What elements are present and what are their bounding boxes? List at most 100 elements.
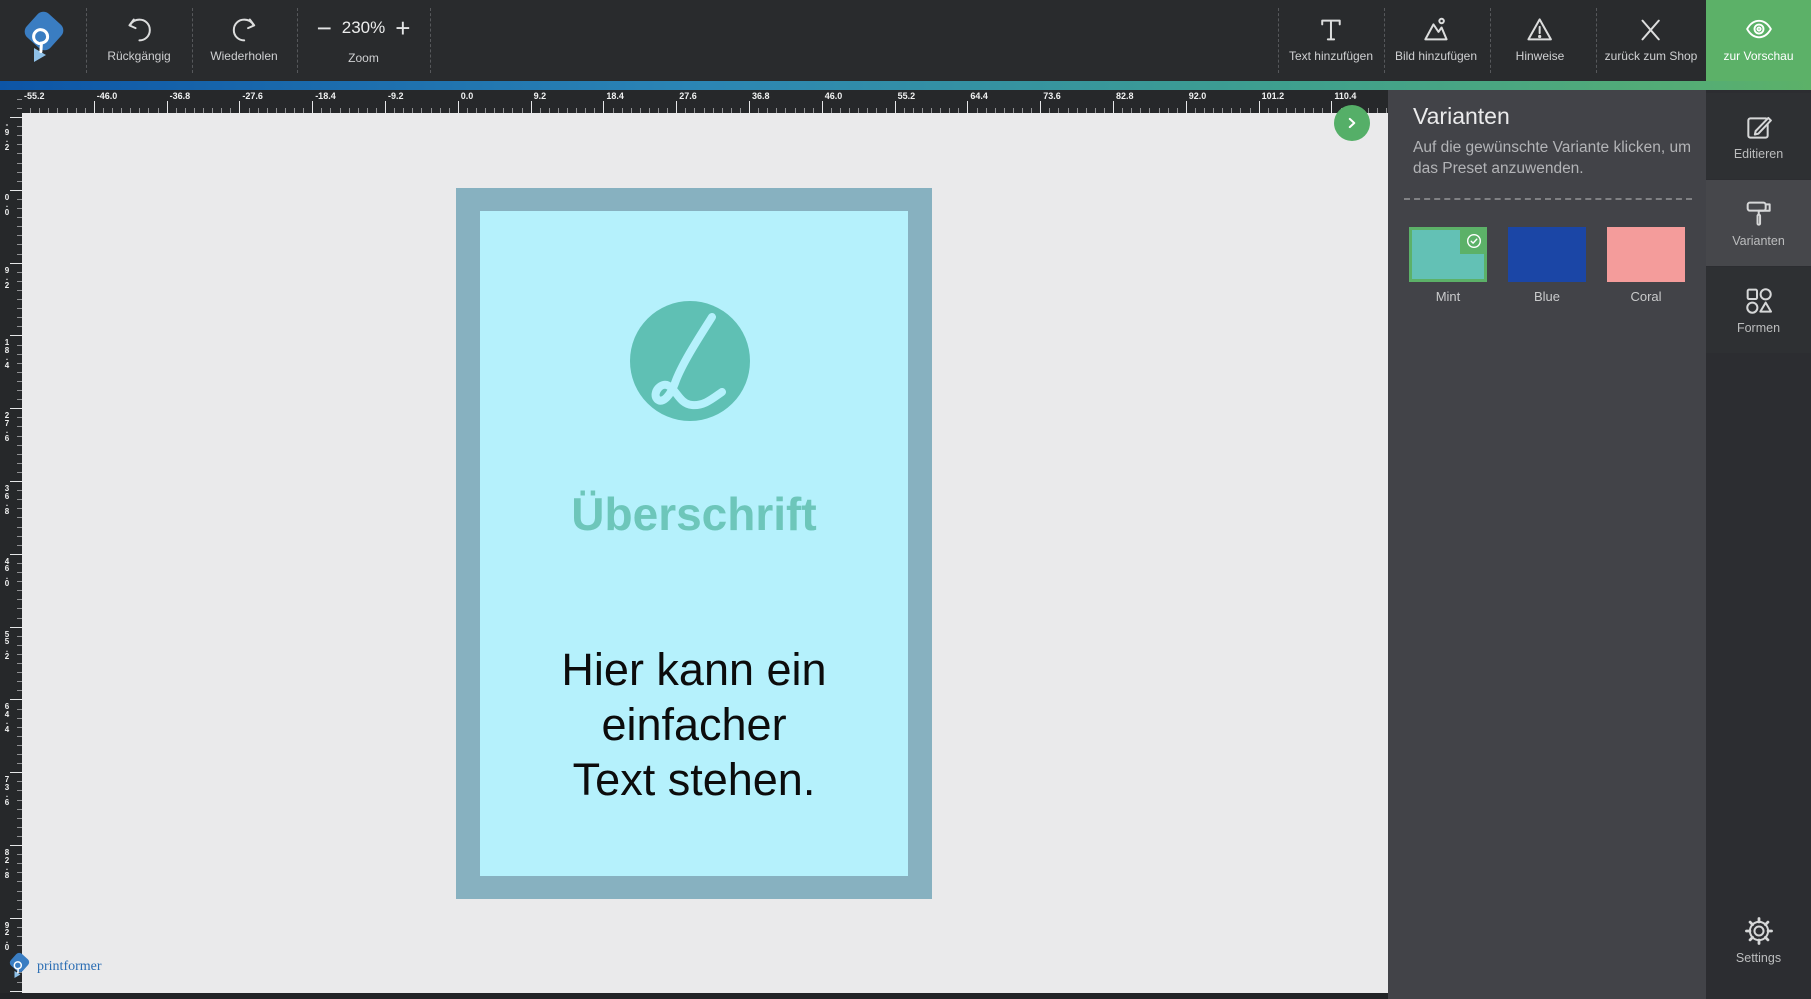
selected-check-badge [1460, 227, 1487, 254]
text-icon [1316, 13, 1346, 47]
settings-button[interactable]: Settings [1706, 915, 1811, 985]
ruler-tick [457, 101, 459, 113]
zoom-in-button[interactable]: + [395, 15, 410, 41]
ruler-tick [603, 101, 605, 113]
hints-button[interactable]: Hinweise [1516, 0, 1564, 81]
toolbar-separator [86, 8, 87, 73]
ruler-tick [166, 101, 168, 113]
variant-swatch-coral[interactable] [1607, 227, 1685, 282]
printformer-brand-icon [9, 952, 30, 978]
settings-label: Settings [1735, 951, 1782, 965]
shapes-icon [1743, 283, 1775, 319]
variant-swatch-mint[interactable] [1409, 227, 1487, 282]
top-toolbar: Rückgängig Wiederholen − 230% + Zoom Tex… [0, 0, 1811, 81]
printformer-logo[interactable] [12, 6, 74, 74]
ruler-label: 18.4 [606, 91, 624, 101]
printformer-brand[interactable]: printformer [6, 952, 102, 982]
panel-collapse-button[interactable] [1334, 105, 1370, 141]
zoom-value: 230% [341, 18, 386, 37]
ruler-label: 73.6 [4, 775, 10, 807]
panel-title: Varianten [1413, 103, 1510, 129]
ruler-tick [10, 553, 22, 555]
ruler-tick [10, 408, 22, 410]
ruler-tick [10, 917, 22, 919]
ruler-label: -27.6 [242, 91, 263, 101]
ruler-label: 73.6 [1043, 91, 1061, 101]
poster-inner-area[interactable]: Überschrift Hier kann ein einfacher Text… [480, 211, 908, 876]
ruler-tick [10, 117, 22, 118]
poster-artboard[interactable]: Überschrift Hier kann ein einfacher Text… [456, 188, 932, 899]
ruler-label: -9.2 [388, 91, 404, 101]
toolbar-separator [1384, 8, 1385, 73]
ruler-label: 18.4 [4, 338, 10, 370]
ruler-label: 36.8 [752, 91, 770, 101]
ruler-label: 27.6 [679, 91, 697, 101]
ruler-tick [312, 101, 314, 113]
ruler-label: -18.4 [315, 91, 336, 101]
body-line: Hier kann ein [561, 644, 827, 695]
poster-body-text[interactable]: Hier kann ein einfacher Text stehen. [456, 642, 932, 807]
add-image-button[interactable]: Bild hinzufügen [1395, 0, 1477, 81]
printformer-logo-icon [24, 11, 64, 62]
poster-heading[interactable]: Überschrift [456, 490, 932, 538]
ruler-label: 92.0 [4, 920, 10, 953]
zoom-out-button[interactable]: − [317, 15, 332, 41]
toolbar-separator [1490, 8, 1491, 73]
ruler-label: -9.2 [4, 120, 10, 152]
ruler-tick [1331, 101, 1333, 113]
ruler-label: 0.0 [4, 192, 10, 217]
ruler-tick [10, 481, 22, 482]
ruler-label: 55.2 [4, 629, 10, 662]
ruler-label: 64.4 [4, 702, 10, 734]
toolbar-separator [430, 8, 431, 73]
edit-icon [1743, 109, 1775, 145]
ruler-tick [10, 845, 22, 846]
gradient-bar [0, 81, 1811, 90]
paint-roller-icon [1743, 196, 1775, 232]
ruler-tick [10, 990, 22, 992]
ruler-tick [10, 699, 22, 701]
undo-icon [124, 13, 154, 47]
sidebar-item-label: Varianten [1732, 234, 1785, 248]
ruler-tick [17, 107, 22, 109]
ruler-tick [1113, 101, 1114, 113]
variants-panel: Varianten Auf die gewünschte Variante kl… [1388, 90, 1706, 999]
variant-swatch-blue[interactable] [1508, 227, 1586, 282]
add-text-button[interactable]: Text hinzufügen [1289, 0, 1373, 81]
back-to-shop-label: zurück zum Shop [1604, 49, 1698, 63]
ruler-label: 27.6 [4, 411, 10, 443]
ruler-tick [530, 101, 532, 113]
ruler-label: 0.0 [460, 91, 474, 101]
preview-button[interactable]: zur Vorschau [1706, 0, 1811, 90]
ruler-tick [239, 101, 241, 113]
sidebar-item-varianten[interactable]: Varianten [1706, 180, 1811, 266]
ruler-label: 82.8 [4, 848, 10, 880]
ruler-tick [10, 335, 22, 337]
printformer-brand-text: printformer [37, 959, 102, 974]
toolbar-separator [192, 8, 193, 73]
redo-label: Wiederholen [210, 49, 278, 63]
variant-label-mint: Mint [1435, 289, 1461, 304]
ruler-tick [749, 101, 750, 113]
ruler-tick [93, 101, 95, 113]
editor-app: Rückgängig Wiederholen − 230% + Zoom Tex… [0, 0, 1811, 999]
poster-logo-mark[interactable] [630, 301, 750, 421]
horizontal-ruler: -55.2 -46.0 -36.8 -27.6 -18.4 -9.2 0.0 9.2 18.4 2… [22, 90, 1388, 113]
design-canvas[interactable]: Überschrift Hier kann ein einfacher Text… [22, 113, 1388, 999]
sidebar-item-editieren[interactable]: Editieren [1706, 93, 1811, 179]
back-to-shop-button[interactable]: zurück zum Shop [1604, 0, 1698, 81]
ruler-label: 110.4 [1334, 91, 1357, 101]
body-line: einfacher [601, 699, 787, 750]
ruler-tick [1185, 101, 1187, 113]
redo-button[interactable]: Wiederholen [210, 0, 278, 81]
chevron-right-icon [1348, 117, 1356, 129]
undo-button[interactable]: Rückgängig [107, 0, 171, 81]
sidebar-item-formen[interactable]: Formen [1706, 267, 1811, 353]
ruler-label: 36.8 [4, 484, 10, 516]
ruler-tick [676, 101, 678, 113]
ruler-label: 92.0 [1188, 91, 1207, 101]
variant-label-blue: Blue [1533, 289, 1561, 304]
add-image-label: Bild hinzufügen [1394, 49, 1478, 63]
ruler-label: 9.2 [533, 91, 547, 101]
ruler-label: 46.0 [824, 91, 843, 101]
